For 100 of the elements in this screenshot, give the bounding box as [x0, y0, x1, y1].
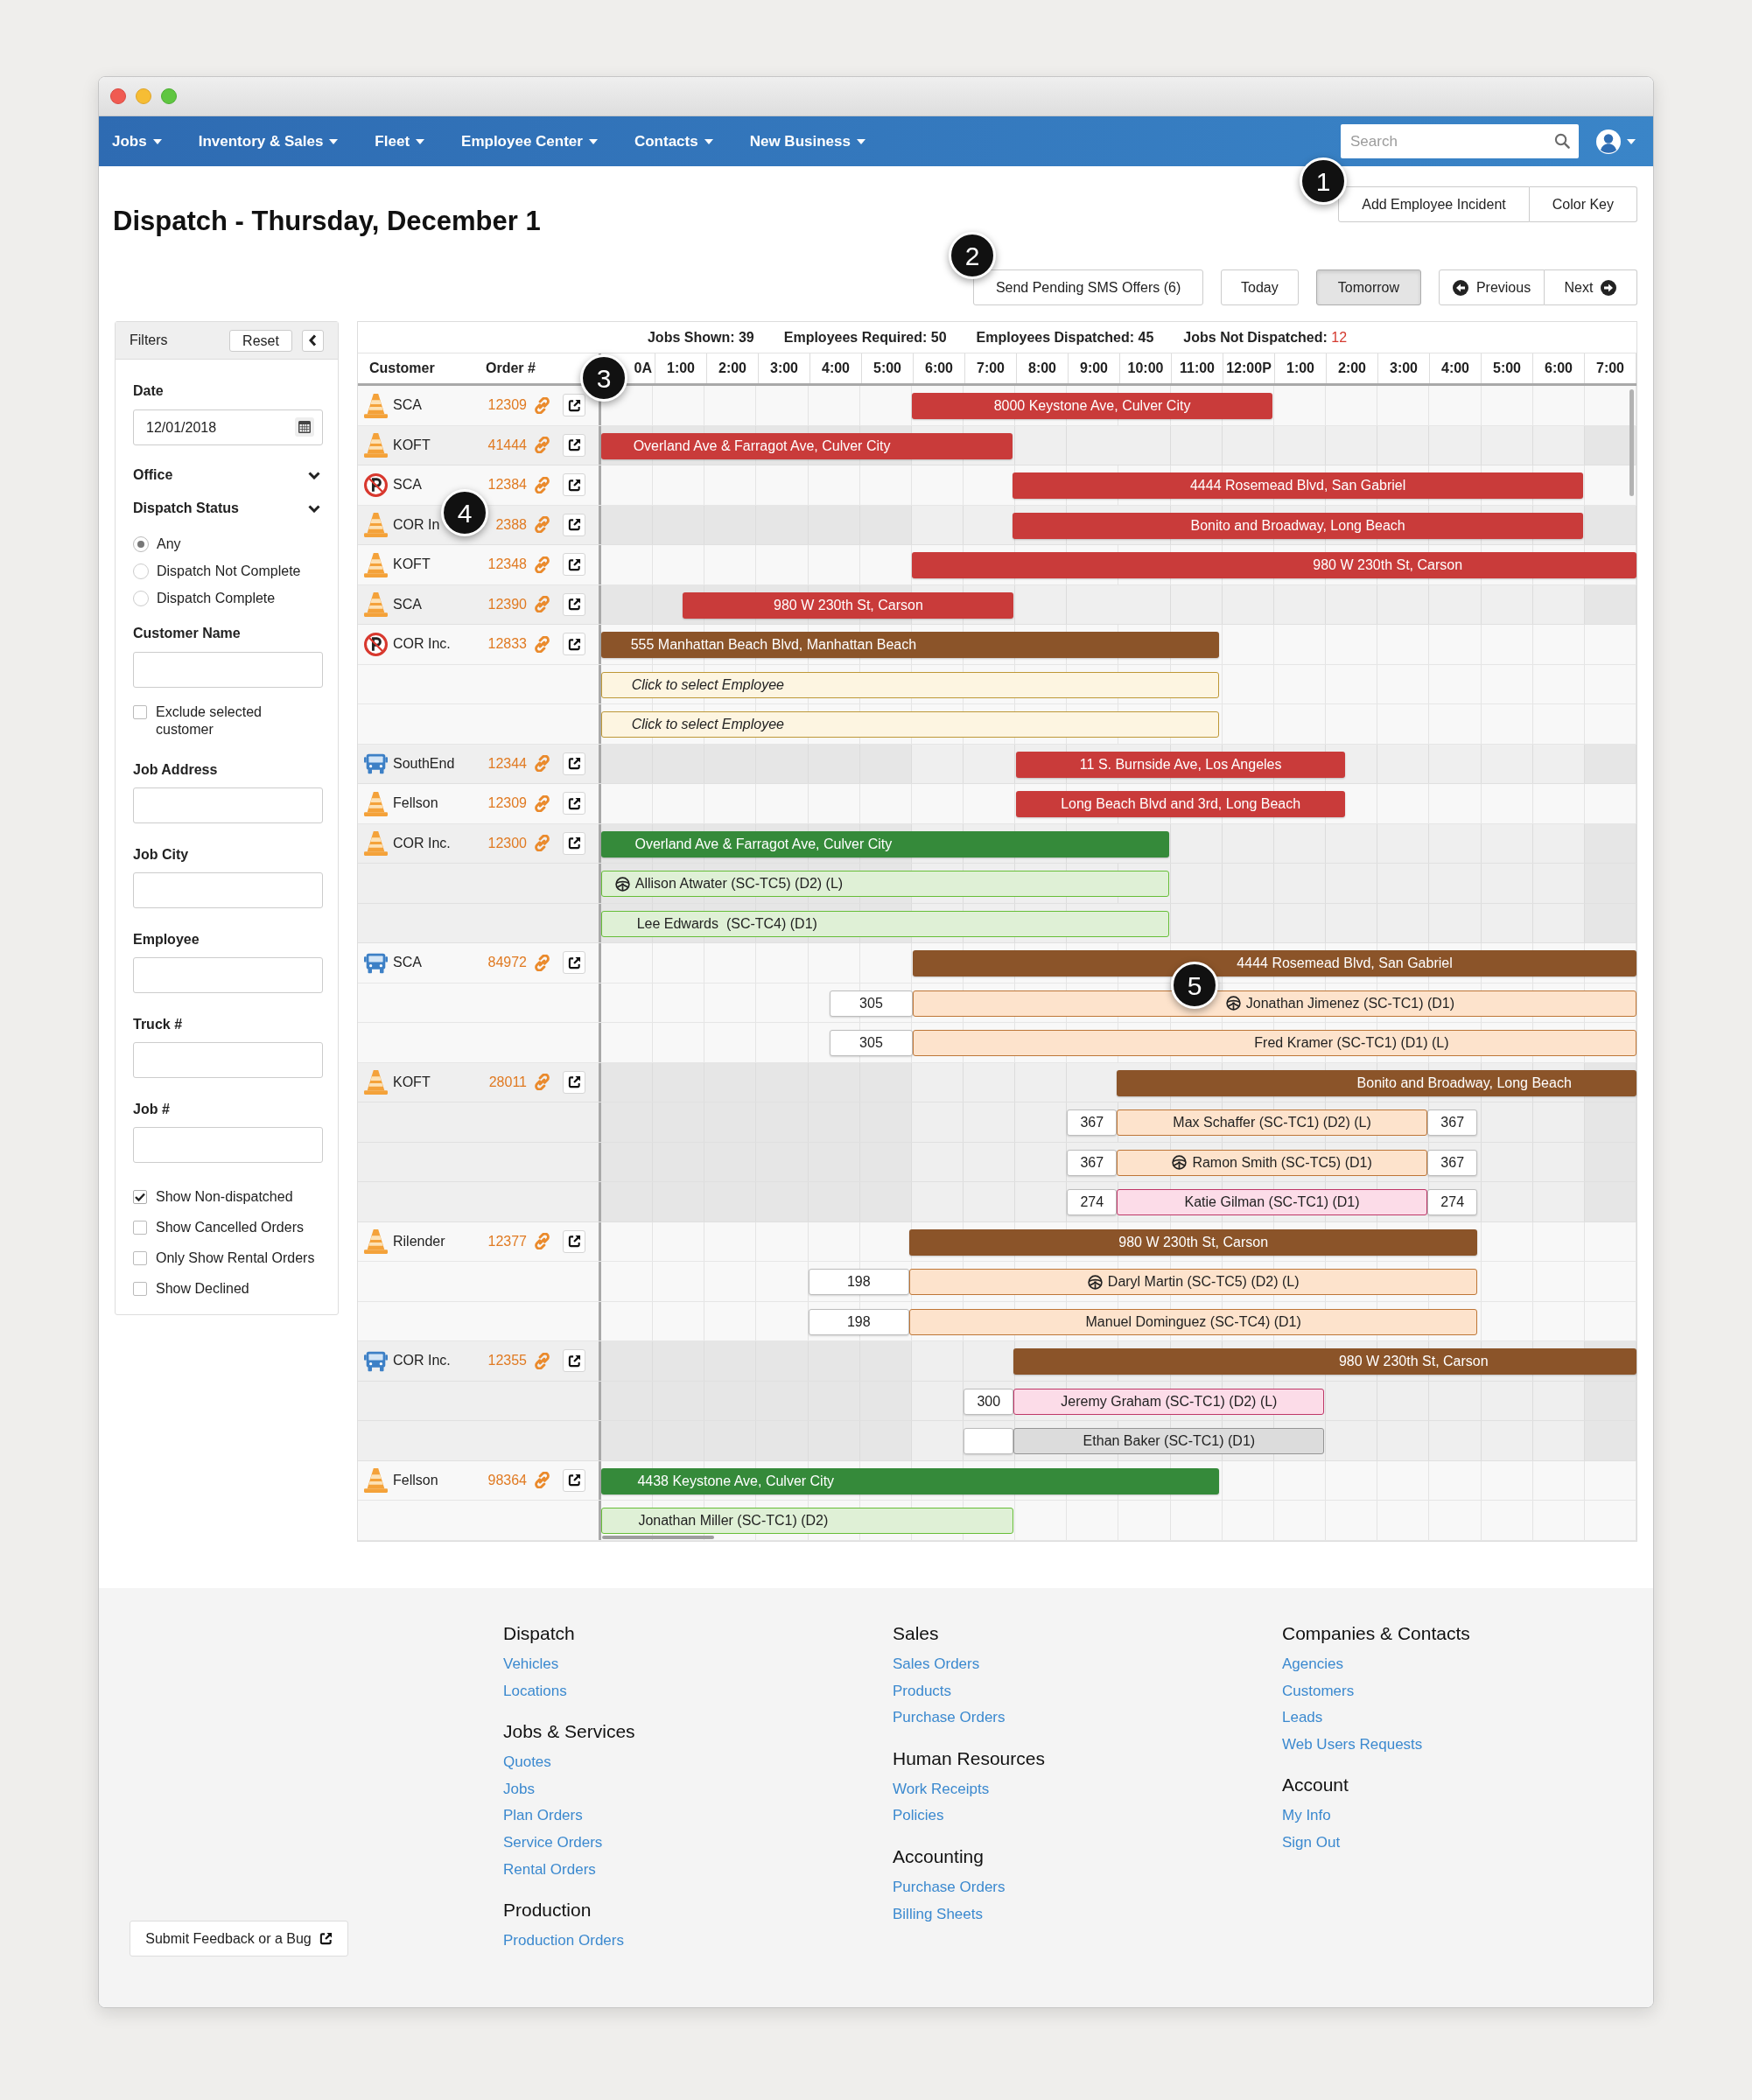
- input-field[interactable]: [133, 957, 323, 993]
- open-button[interactable]: [563, 553, 585, 577]
- nav-menu[interactable]: Inventory & Sales: [198, 130, 339, 153]
- footer-link[interactable]: Rental Orders: [503, 1856, 596, 1884]
- link-icon[interactable]: [534, 516, 550, 534]
- checkbox[interactable]: [133, 1250, 147, 1265]
- open-button[interactable]: [563, 513, 585, 536]
- open-button[interactable]: [563, 792, 585, 816]
- order-link[interactable]: 12344: [487, 752, 527, 774]
- checkbox[interactable]: [133, 1220, 147, 1235]
- employee-bar[interactable]: Max Schaffer (SC-TC1) (D2) (L): [1117, 1110, 1427, 1136]
- user-menu-button[interactable]: [1596, 129, 1636, 154]
- footer-link[interactable]: Agencies: [1282, 1651, 1343, 1678]
- job-bar[interactable]: 11 S. Burnside Ave, Los Angeles: [1016, 751, 1345, 778]
- search-icon[interactable]: [1554, 133, 1570, 149]
- input-field[interactable]: [133, 788, 323, 823]
- nav-menu[interactable]: Employee Center: [461, 130, 598, 153]
- order-link[interactable]: 84972: [487, 952, 527, 974]
- footer-link[interactable]: Plan Orders: [503, 1802, 583, 1830]
- checkbox[interactable]: [133, 705, 147, 719]
- footer-link[interactable]: Web Users Requests: [1282, 1731, 1423, 1759]
- footer-link[interactable]: Service Orders: [503, 1829, 603, 1857]
- link-icon[interactable]: [534, 794, 550, 812]
- order-link[interactable]: 12377: [487, 1230, 527, 1252]
- link-icon[interactable]: [534, 596, 550, 613]
- footer-link[interactable]: Purchase Orders: [893, 1873, 1006, 1901]
- day-button[interactable]: Today: [1221, 270, 1299, 305]
- order-link[interactable]: 98364: [487, 1469, 527, 1491]
- footer-link[interactable]: My Info: [1282, 1802, 1331, 1830]
- order-link[interactable]: 12833: [487, 634, 527, 655]
- employee-bar[interactable]: Jonathan Miller (SC-TC1) (D2): [601, 1508, 1014, 1534]
- open-button[interactable]: [563, 1468, 585, 1492]
- order-link[interactable]: 12309: [487, 395, 527, 416]
- checkbox[interactable]: [133, 1189, 147, 1204]
- job-bar[interactable]: 980 W 230th St, Carson: [683, 592, 1014, 619]
- footer-link[interactable]: Sales Orders: [893, 1651, 980, 1678]
- open-button[interactable]: [563, 1070, 585, 1094]
- job-bar[interactable]: 4444 Rosemead Blvd, San Gabriel: [1013, 472, 1584, 499]
- job-bar[interactable]: 4438 Keystone Ave, Culver City: [601, 1467, 1219, 1494]
- section-toggle[interactable]: Dispatch Status: [133, 499, 320, 518]
- job-bar[interactable]: 8000 Keystone Ave, Culver City: [911, 393, 1273, 419]
- job-bar[interactable]: Long Beach Blvd and 3rd, Long Beach: [1016, 791, 1345, 817]
- minimize-icon[interactable]: [136, 88, 151, 104]
- job-bar[interactable]: 4444 Rosemead Blvd, San Gabriel: [913, 950, 1636, 976]
- reset-button[interactable]: Reset: [229, 329, 292, 352]
- order-link[interactable]: 28011: [488, 1071, 527, 1093]
- footer-link[interactable]: Purchase Orders: [893, 1704, 1006, 1732]
- footer-link[interactable]: Work Receipts: [893, 1775, 990, 1803]
- link-icon[interactable]: [534, 835, 550, 852]
- input-field[interactable]: [133, 1042, 323, 1078]
- maximize-icon[interactable]: [161, 88, 177, 104]
- link-icon[interactable]: [534, 954, 550, 971]
- open-button[interactable]: [563, 433, 585, 457]
- scrollbar-thumb[interactable]: [602, 1535, 714, 1539]
- employee-bar[interactable]: Click to select Employee: [601, 711, 1219, 738]
- date-field[interactable]: 12/01/2018: [133, 410, 323, 445]
- open-button[interactable]: [563, 951, 585, 975]
- link-icon[interactable]: [534, 1472, 550, 1489]
- job-bar[interactable]: 980 W 230th St, Carson: [908, 1228, 1478, 1256]
- radio-button[interactable]: [133, 536, 149, 552]
- search-field[interactable]: Search: [1341, 124, 1579, 158]
- nav-menu[interactable]: Contacts: [634, 130, 713, 153]
- nav-menu[interactable]: Jobs: [112, 130, 162, 153]
- order-link[interactable]: 41444: [487, 434, 527, 456]
- order-link[interactable]: 12348: [487, 554, 527, 576]
- order-link[interactable]: 12384: [487, 474, 527, 496]
- open-button[interactable]: [563, 394, 585, 417]
- sms-offers-button[interactable]: Send Pending SMS Offers (6): [973, 270, 1204, 305]
- link-icon[interactable]: [534, 1074, 550, 1091]
- job-bar[interactable]: Overland Ave & Farragot Ave, Culver City: [601, 432, 1013, 459]
- link-icon[interactable]: [534, 1352, 550, 1369]
- order-link[interactable]: 2388: [495, 514, 527, 536]
- open-button[interactable]: [563, 831, 585, 855]
- job-bar[interactable]: 980 W 230th St, Carson: [1013, 1348, 1636, 1375]
- link-icon[interactable]: [534, 437, 550, 454]
- previous-button[interactable]: Previous: [1439, 270, 1545, 305]
- section-toggle[interactable]: Office: [133, 466, 320, 485]
- footer-link[interactable]: Locations: [503, 1677, 567, 1705]
- open-button[interactable]: [563, 633, 585, 656]
- job-bar[interactable]: Overland Ave & Farragot Ave, Culver City: [601, 830, 1169, 858]
- employee-bar[interactable]: Ramon Smith (SC-TC5) (D1): [1117, 1149, 1427, 1176]
- footer-link[interactable]: Quotes: [503, 1749, 551, 1776]
- job-bar[interactable]: 555 Manhattan Beach Blvd, Manhattan Beach: [601, 632, 1219, 658]
- order-link[interactable]: 12300: [487, 832, 527, 854]
- footer-link[interactable]: Sign Out: [1282, 1829, 1341, 1857]
- footer-link[interactable]: Customers: [1282, 1677, 1355, 1705]
- employee-bar[interactable]: Daryl Martin (SC-TC5) (D2) (L): [908, 1269, 1478, 1295]
- link-icon[interactable]: [534, 635, 550, 653]
- footer-link[interactable]: Jobs: [503, 1775, 535, 1803]
- open-button[interactable]: [563, 752, 585, 775]
- nav-menu[interactable]: Fleet: [375, 130, 425, 153]
- employee-bar[interactable]: Lee Edwards (SC-TC4) (D1): [601, 910, 1169, 937]
- footer-link[interactable]: Products: [893, 1677, 952, 1705]
- action-button[interactable]: Add Employee Incident: [1338, 186, 1530, 222]
- order-link[interactable]: 12390: [487, 593, 527, 615]
- order-link[interactable]: 12309: [487, 793, 527, 815]
- employee-bar[interactable]: Ethan Baker (SC-TC1) (D1): [1013, 1428, 1325, 1454]
- order-link[interactable]: 12355: [487, 1350, 527, 1372]
- open-button[interactable]: [563, 592, 585, 616]
- job-bar[interactable]: Bonito and Broadway, Long Beach: [1117, 1069, 1636, 1096]
